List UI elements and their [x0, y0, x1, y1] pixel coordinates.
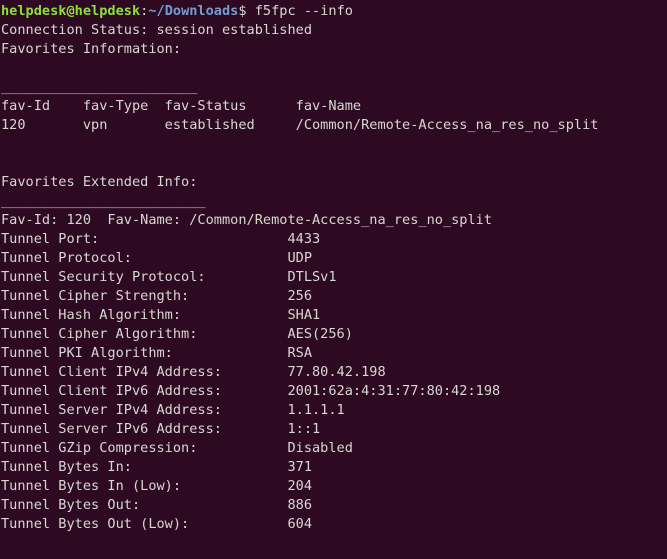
prompt-user-host: helpdesk@helpdesk [1, 3, 141, 19]
terminal-output-line: 120 vpn established /Common/Remote-Acces… [1, 116, 598, 135]
output-text: 120 vpn established /Common/Remote-Acces… [1, 117, 599, 133]
output-text: fav-Id fav-Type fav-Status fav-Name [1, 98, 362, 114]
shell-prompt-line: helpdesk@helpdesk:~/Downloads$ f5fpc --i… [1, 2, 598, 21]
terminal-output-line: Tunnel Server IPv6 Address: 1::1 [1, 420, 598, 439]
terminal-output-line: Tunnel Server IPv4 Address: 1.1.1.1 [1, 401, 598, 420]
output-text: Tunnel Client IPv4 Address: 77.80.42.198 [1, 364, 386, 380]
terminal-output-line: ________________________ [1, 78, 598, 97]
output-text: Tunnel Server IPv4 Address: 1.1.1.1 [1, 402, 345, 418]
terminal-output-line: fav-Id fav-Type fav-Status fav-Name [1, 97, 598, 116]
output-text: Tunnel Bytes In (Low): 204 [1, 478, 312, 494]
command-text[interactable]: f5fpc --info [247, 3, 353, 19]
output-text: Tunnel Client IPv6 Address: 2001:62a:4:3… [1, 383, 501, 399]
output-text: Tunnel PKI Algorithm: RSA [1, 345, 312, 361]
terminal-output-line: Tunnel Hash Algorithm: SHA1 [1, 306, 598, 325]
terminal-screen[interactable]: helpdesk@helpdesk:~/Downloads$ f5fpc --i… [1, 2, 598, 559]
terminal-output-line: Favorites Extended Info: [1, 173, 598, 192]
output-text: Fav-Id: 120 Fav-Name: /Common/Remote-Acc… [1, 212, 493, 228]
terminal-output-line: Tunnel Cipher Algorithm: AES(256) [1, 325, 598, 344]
output-text: ________________________ [1, 79, 198, 95]
terminal-output-line: Tunnel Port: 4433 [1, 230, 598, 249]
output-text: Tunnel Security Protocol: DTLSv1 [1, 269, 337, 285]
output-text: Tunnel GZip Compression: Disabled [1, 440, 353, 456]
output-text: Tunnel Server IPv6 Address: 1::1 [1, 421, 321, 437]
output-text: _________________________ [1, 193, 206, 209]
terminal-output-line: Tunnel Security Protocol: DTLSv1 [1, 268, 598, 287]
output-text: Favorites Information: [1, 41, 182, 57]
output-text: Tunnel Hash Algorithm: SHA1 [1, 307, 321, 323]
terminal-output-line: Tunnel Cipher Strength: 256 [1, 287, 598, 306]
terminal-output-line: Tunnel Bytes In (Low): 204 [1, 477, 598, 496]
terminal-output-line: Favorites Information: [1, 40, 598, 59]
output-text: Tunnel Bytes Out (Low): 604 [1, 516, 312, 532]
terminal-output-line: Tunnel Bytes Out: 886 [1, 496, 598, 515]
output-text: Tunnel Bytes In: 371 [1, 459, 312, 475]
output-text: Favorites Extended Info: [1, 174, 198, 190]
terminal-output-line: Tunnel Bytes Out (Low): 604 [1, 515, 598, 534]
terminal-output-line: _________________________ [1, 192, 598, 211]
prompt-sigil: $ [238, 3, 247, 19]
terminal-output-line: Tunnel Bytes In: 371 [1, 458, 598, 477]
output-text: Tunnel Bytes Out: 886 [1, 497, 312, 513]
terminal-output-line: Tunnel PKI Algorithm: RSA [1, 344, 598, 363]
terminal-window[interactable]: helpdesk@helpdesk:~/Downloads$ f5fpc --i… [0, 0, 667, 559]
output-text: Tunnel Port: 4433 [1, 231, 321, 247]
output-text: Tunnel Cipher Algorithm: AES(256) [1, 326, 353, 342]
prompt-path: ~/Downloads [148, 3, 239, 19]
terminal-output-line: Tunnel Client IPv6 Address: 2001:62a:4:3… [1, 382, 598, 401]
terminal-output-line: Tunnel GZip Compression: Disabled [1, 439, 598, 458]
output-text: Tunnel Cipher Strength: 256 [1, 288, 312, 304]
output-text: Connection Status: session established [1, 22, 312, 38]
terminal-output-line: Tunnel Client IPv4 Address: 77.80.42.198 [1, 363, 598, 382]
terminal-output-line: Connection Status: session established [1, 21, 598, 40]
terminal-output-line: Fav-Id: 120 Fav-Name: /Common/Remote-Acc… [1, 211, 598, 230]
output-text: Tunnel Protocol: UDP [1, 250, 312, 266]
terminal-output-line: Tunnel Protocol: UDP [1, 249, 598, 268]
